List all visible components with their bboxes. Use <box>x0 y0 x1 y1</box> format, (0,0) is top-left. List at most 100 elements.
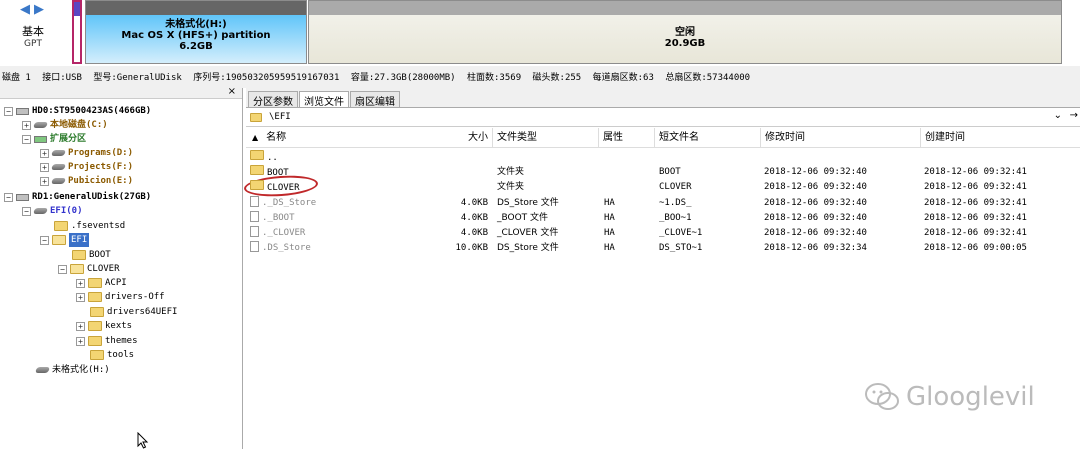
collapse-icon[interactable]: − <box>22 134 31 144</box>
partition-free-size: 20.9GB <box>664 38 706 49</box>
tree-item-efi0[interactable]: − EFI(0) <box>22 204 83 218</box>
info-interface: 接口:USB <box>42 73 82 83</box>
watermark: Glooglevil <box>864 382 1035 412</box>
tree-item-clover[interactable]: − CLOVER <box>58 262 120 276</box>
info-model: 型号:GeneralUDisk <box>93 73 182 83</box>
watermark-text: Glooglevil <box>906 382 1035 412</box>
collapse-icon[interactable]: − <box>4 106 13 116</box>
tree-item-unformatted-h[interactable]: 未格式化(H:) <box>34 363 110 377</box>
partition-free-title: 空闲 <box>675 27 695 38</box>
partition-h-fs: Mac OS X (HFS+) partition <box>121 30 271 41</box>
wechat-icon <box>865 383 899 410</box>
file-row-dot-boot[interactable]: ._BOOT 4.0KB _BOOT 文件 HA _BOO~1 2018-12-… <box>246 211 1080 226</box>
go-arrow-icon[interactable]: → <box>1070 110 1078 121</box>
tree-item-kexts[interactable]: + kexts <box>76 319 132 333</box>
tree-item-boot[interactable]: BOOT <box>72 248 111 262</box>
col-size[interactable]: 大小 <box>446 128 492 148</box>
disk-nav: ◀ ▶ <box>20 3 44 16</box>
tree-item-projects[interactable]: + Projects(F:) <box>40 160 133 174</box>
file-icon <box>250 211 259 222</box>
info-cylinders: 柱面数:3569 <box>467 73 522 83</box>
tree-item-drivers-off[interactable]: + drivers-Off <box>76 290 165 304</box>
collapse-icon[interactable]: − <box>40 235 49 245</box>
folder-icon <box>90 350 104 360</box>
file-row-dot-ds-store[interactable]: ._DS_Store 4.0KB DS_Store 文件 HA ~1.DS_ 2… <box>246 196 1080 211</box>
tree-item-programs[interactable]: + Programs(D:) <box>40 146 133 160</box>
mouse-cursor-icon <box>137 432 149 449</box>
file-row-dot-clover[interactable]: ._CLOVER 4.0KB _CLOVER 文件 HA _CLOVE~1 20… <box>246 226 1080 241</box>
col-attr[interactable]: 属性 <box>599 128 655 148</box>
collapse-icon[interactable]: − <box>58 264 67 274</box>
path-input[interactable] <box>269 112 1049 122</box>
volume-icon <box>34 367 51 373</box>
expand-icon[interactable]: + <box>76 278 85 288</box>
open-folder-icon <box>52 235 66 245</box>
col-type[interactable]: 文件类型 <box>493 128 599 148</box>
disk-selection-marker <box>72 0 82 64</box>
col-short-name[interactable]: 短文件名 <box>655 128 761 148</box>
folder-icon <box>88 278 102 288</box>
sort-up-icon: ▲ <box>252 133 259 142</box>
next-disk-icon[interactable]: ▶ <box>34 3 44 16</box>
hard-disk-icon <box>16 107 29 115</box>
tree-item-tools[interactable]: tools <box>90 348 134 362</box>
tree-item-rd1[interactable]: − RD1:GeneralUDisk(27GB) <box>4 190 151 204</box>
tab-browse-files[interactable]: 浏览文件 <box>299 91 349 108</box>
folder-icon <box>250 180 264 190</box>
extended-partition-icon <box>34 135 47 143</box>
file-icon <box>250 196 259 207</box>
file-icon <box>250 241 259 252</box>
close-pane-icon[interactable]: × <box>228 86 236 97</box>
tree-item-local-c[interactable]: + 本地磁盘(C:) <box>22 118 108 132</box>
info-heads: 磁头数:255 <box>532 73 582 83</box>
folder-icon <box>88 321 102 331</box>
tree-item-pubicion[interactable]: + Pubicion(E:) <box>40 174 133 188</box>
volume-icon <box>32 122 49 128</box>
usb-disk-icon <box>16 193 29 201</box>
expand-icon[interactable]: + <box>40 176 49 186</box>
file-icon <box>250 226 259 237</box>
expand-icon[interactable]: + <box>76 321 85 331</box>
collapse-icon[interactable]: − <box>22 206 31 216</box>
info-total-sectors: 总扇区数:57344000 <box>665 73 751 83</box>
tree-item-themes[interactable]: + themes <box>76 334 138 348</box>
prev-disk-icon[interactable]: ◀ <box>20 3 30 16</box>
col-modified[interactable]: 修改时间 <box>761 128 921 148</box>
open-folder-icon <box>70 264 84 274</box>
col-created[interactable]: 创建时间 <box>921 128 1080 148</box>
path-bar: ⌄ → <box>246 108 1080 127</box>
tree-item-hd0[interactable]: − HD0:ST9500423AS(466GB) <box>4 104 151 118</box>
tab-sector-edit[interactable]: 扇区编辑 <box>350 91 400 108</box>
info-serial: 序列号:190503205959519167031 <box>193 73 340 83</box>
volume-icon <box>50 178 67 184</box>
info-sectors-per-track: 每道扇区数:63 <box>592 73 654 83</box>
collapse-icon[interactable]: − <box>4 192 13 202</box>
tab-partition-params[interactable]: 分区参数 <box>248 91 298 108</box>
info-disk: 磁盘 1 <box>2 73 31 83</box>
tab-bar: 分区参数 浏览文件 扇区编辑 <box>246 88 1080 108</box>
expand-icon[interactable]: + <box>22 120 31 130</box>
tree-item-acpi[interactable]: + ACPI <box>76 276 127 290</box>
folder-icon <box>90 307 104 317</box>
disk-bar: ◀ ▶ 基本 GPT 未格式化(H:) Mac OS X (HFS+) part… <box>0 0 1080 66</box>
file-row-boot[interactable]: BOOT 文件夹 BOOT 2018-12-06 09:32:40 2018-1… <box>246 165 1080 180</box>
tree-item-fseventsd[interactable]: .fseventsd <box>54 219 125 233</box>
expand-icon[interactable]: + <box>76 292 85 302</box>
file-row-parent[interactable]: .. <box>246 150 1080 165</box>
tree-item-extended[interactable]: − 扩展分区 <box>22 132 86 146</box>
expand-icon[interactable]: + <box>40 148 49 158</box>
partition-free[interactable]: 空闲 20.9GB <box>308 0 1062 64</box>
folder-icon <box>250 150 264 160</box>
folder-icon <box>88 336 102 346</box>
disk-tree-pane: × − HD0:ST9500423AS(466GB) + 本地磁盘(C:) − … <box>0 86 243 449</box>
expand-icon[interactable]: + <box>40 162 49 172</box>
file-row-ds-store[interactable]: .DS_Store 10.0KB DS_Store 文件 HA DS_STO~1… <box>246 241 1080 256</box>
file-row-clover[interactable]: CLOVER 文件夹 CLOVER 2018-12-06 09:32:40 20… <box>243 173 1080 199</box>
expand-icon[interactable]: + <box>76 336 85 346</box>
partition-h[interactable]: 未格式化(H:) Mac OS X (HFS+) partition 6.2GB <box>85 0 307 64</box>
tree-item-drivers64uefi[interactable]: drivers64UEFI <box>90 305 177 319</box>
tree-item-efi[interactable]: − EFI <box>40 233 90 247</box>
chevron-down-icon[interactable]: ⌄ <box>1054 110 1062 121</box>
disk-type-label: 基本 GPT <box>22 25 44 50</box>
info-capacity: 容量:27.3GB(28000MB) <box>350 73 456 83</box>
